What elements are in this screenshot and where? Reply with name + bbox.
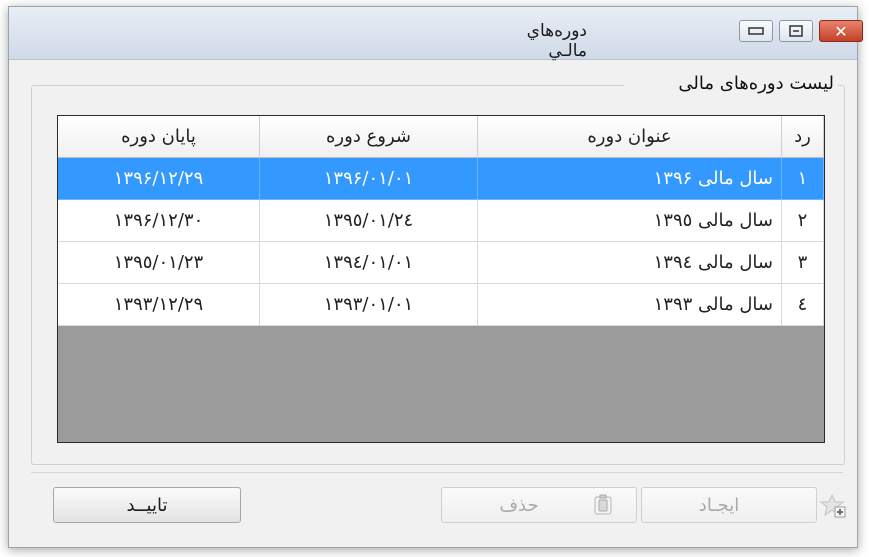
group-title: لیست دوره‌های مالی	[624, 71, 838, 96]
cell-rd: ٤	[782, 284, 824, 326]
periods-table[interactable]: رد عنوان دوره شروع دوره پایان دوره ١ سال…	[57, 115, 825, 443]
close-icon: ✕	[834, 21, 848, 41]
cell-rd: ١	[782, 158, 824, 200]
window-title: دوره‌هاي مالـي	[526, 21, 587, 61]
table-row[interactable]: ٣ سال مالی ١٣٩٤ ١٣٩٤/٠١/٠١ ١٣٩٥/٠١/٢٣	[58, 242, 824, 284]
header-start[interactable]: شروع دوره	[260, 116, 478, 158]
cell-end: ١٣٩٣/١٢/٢٩	[58, 284, 260, 326]
minimize-button[interactable]	[739, 20, 773, 42]
trash-icon	[594, 494, 612, 515]
confirm-label: تاییــد	[126, 494, 168, 516]
header-rd[interactable]: رد	[782, 116, 824, 158]
footer-divider	[31, 472, 843, 473]
maximize-button[interactable]	[779, 20, 813, 42]
table-header: رد عنوان دوره شروع دوره پایان دوره	[58, 116, 824, 158]
cell-end: ١٣٩۶/١٢/٣٠	[58, 200, 260, 242]
close-button[interactable]: ✕	[819, 20, 863, 42]
cell-start: ١٣٩٤/٠١/٠١	[260, 242, 478, 284]
header-end[interactable]: پایان دوره	[58, 116, 260, 158]
cell-rd: ٢	[782, 200, 824, 242]
cell-start: ١٣٩٥/٠١/٢٤	[260, 200, 478, 242]
maximize-icon	[789, 25, 803, 37]
table-row[interactable]: ٤ سال مالی ١٣٩٣ ١٣٩٣/٠١/٠١ ١٣٩٣/١٢/٢٩	[58, 284, 824, 326]
table-row[interactable]: ١ سال مالی ١٣٩۶ ١٣٩۶/٠١/٠١ ١٣٩۶/١٢/٢٩	[58, 158, 824, 200]
cell-start: ١٣٩٣/٠١/٠١	[260, 284, 478, 326]
cell-title: سال مالی ١٣٩٤	[478, 242, 782, 284]
cell-title: سال مالی ١٣٩٣	[478, 284, 782, 326]
header-title[interactable]: عنوان دوره	[478, 116, 782, 158]
cell-start: ١٣٩۶/٠١/٠١	[260, 158, 478, 200]
cell-title: سال مالی ١٣٩۶	[478, 158, 782, 200]
cell-title: سال مالی ١٣٩٥	[478, 200, 782, 242]
financial-periods-window: ✕ دوره‌هاي مالـي لیست دوره‌های مالی رد ع…	[8, 6, 863, 548]
create-button[interactable]: ایجـاد	[641, 487, 817, 523]
confirm-button[interactable]: تاییــد	[53, 487, 241, 523]
cell-end: ١٣٩۶/١٢/٢٩	[58, 158, 260, 200]
title-bar: ✕ دوره‌هاي مالـي	[9, 7, 863, 61]
cell-rd: ٣	[782, 242, 824, 284]
cell-end: ١٣٩٥/٠١/٢٣	[58, 242, 260, 284]
create-label: ایجـاد	[698, 494, 740, 516]
delete-label: حذف	[499, 494, 539, 516]
minimize-icon	[748, 27, 764, 35]
add-star-icon[interactable]	[819, 493, 847, 519]
delete-button[interactable]: حذف	[441, 487, 637, 523]
table-row[interactable]: ٢ سال مالی ١٣٩٥ ١٣٩٥/٠١/٢٤ ١٣٩۶/١٢/٣٠	[58, 200, 824, 242]
